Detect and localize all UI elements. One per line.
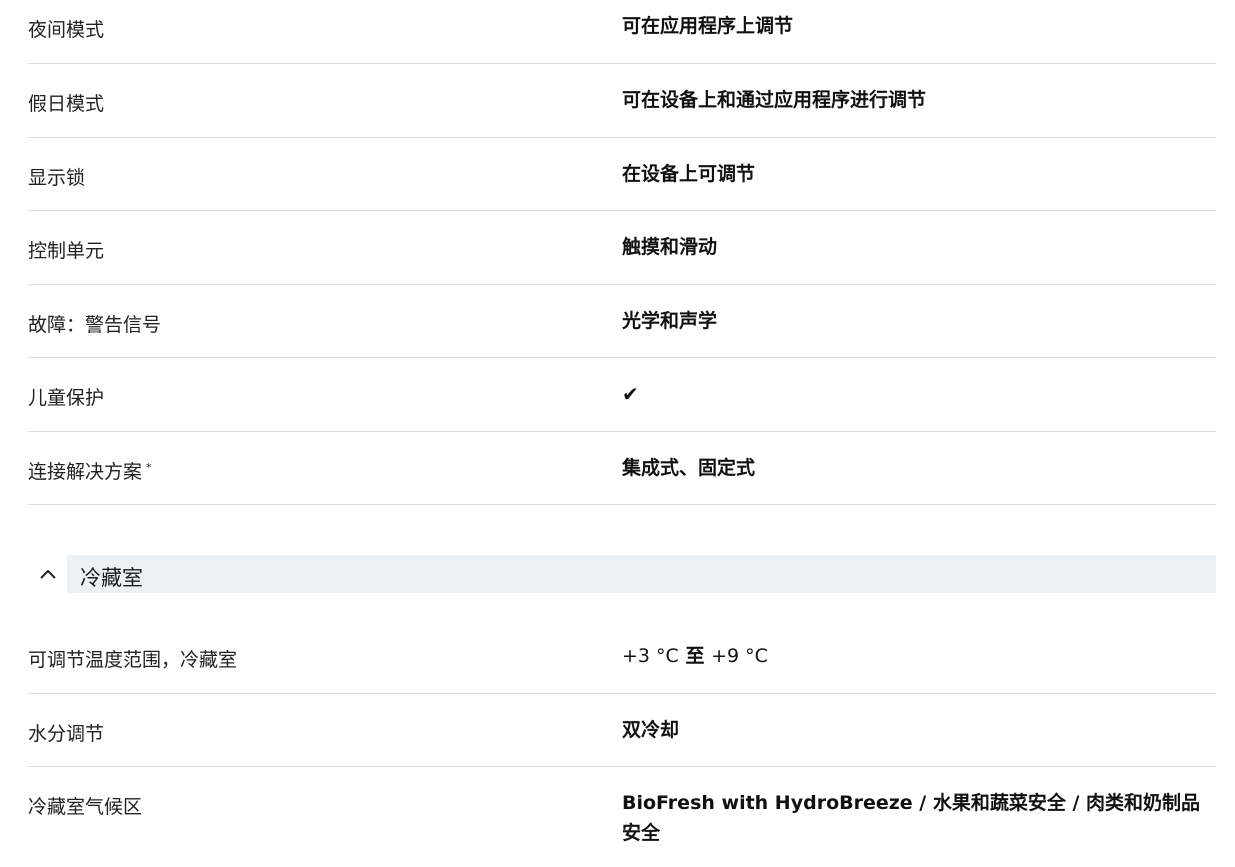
chevron-up-icon [39, 569, 56, 579]
fridge-section-header[interactable]: 冷藏室 [28, 555, 1216, 593]
table-row: 儿童保护 ✔ [28, 358, 1216, 432]
table-row: 控制单元 触摸和滑动 [28, 211, 1216, 285]
row-label: 故障：警告信号 [28, 314, 162, 336]
fridge-table: 可调节温度范围，冷藏室 +3 °C 至 +9 °C 水分调节 双冷却 冷藏室气候… [28, 620, 1216, 867]
temp-range-sep: 至 [685, 645, 705, 667]
table-row: 故障：警告信号 光学和声学 [28, 285, 1216, 358]
row-label-text: 连接解决方案 [28, 461, 143, 483]
row-label: 连接解决方案 * [28, 457, 152, 484]
row-value: 可在设备上和通过应用程序进行调节 [622, 89, 927, 111]
temp-min: +3 °C [622, 645, 679, 667]
row-label: 水分调节 [28, 723, 105, 745]
table-row: 冷藏室气候区 BioFresh with HydroBreeze / 水果和蔬菜… [28, 767, 1216, 867]
table-row: 显示锁 在设备上可调节 [28, 138, 1216, 211]
row-value: 触摸和滑动 [622, 236, 718, 258]
row-label: 假日模式 [28, 93, 105, 115]
table-row: 水分调节 双冷却 [28, 694, 1216, 767]
row-value: 双冷却 [622, 719, 680, 741]
row-value: 光学和声学 [622, 310, 718, 332]
footnote-marker: * [146, 460, 152, 474]
row-label: 夜间模式 [28, 19, 105, 41]
table-row: 夜间模式 可在应用程序上调节 [28, 0, 1216, 64]
row-label: 冷藏室气候区 [28, 796, 143, 818]
row-label: 儿童保护 [28, 387, 105, 409]
features-table: 夜间模式 可在应用程序上调节 假日模式 可在设备上和通过应用程序进行调节 显示锁… [28, 0, 1216, 505]
section-title: 冷藏室 [80, 566, 143, 590]
table-row: 可调节温度范围，冷藏室 +3 °C 至 +9 °C [28, 620, 1216, 694]
row-label: 可调节温度范围，冷藏室 [28, 649, 238, 671]
row-value: +3 °C 至 +9 °C [622, 641, 1216, 671]
checkmark-icon: ✔ [622, 382, 639, 406]
row-value: 可在应用程序上调节 [622, 15, 794, 37]
collapse-toggle-button[interactable] [28, 555, 68, 593]
row-label: 显示锁 [28, 167, 86, 189]
row-value: 在设备上可调节 [622, 163, 756, 185]
row-value: 集成式、固定式 [622, 457, 756, 479]
row-value: BioFresh with HydroBreeze / 水果和蔬菜安全 / 肉类… [622, 792, 1201, 844]
table-row: 假日模式 可在设备上和通过应用程序进行调节 [28, 64, 1216, 138]
temp-max: +9 °C [711, 645, 768, 667]
row-label: 控制单元 [28, 240, 105, 262]
table-row: 连接解决方案 * 集成式、固定式 [28, 432, 1216, 505]
